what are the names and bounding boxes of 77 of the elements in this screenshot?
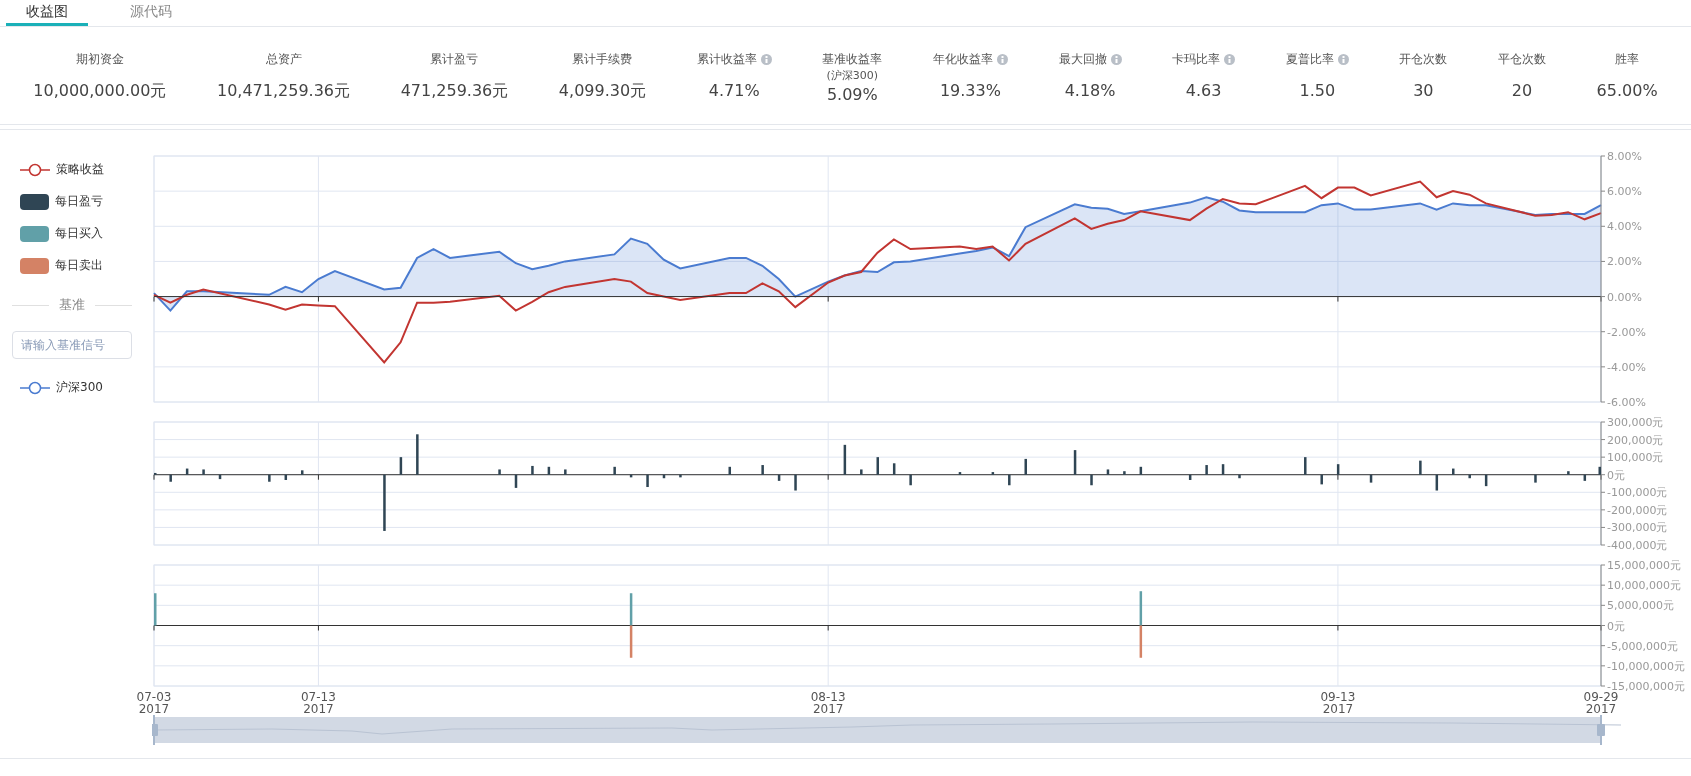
axis-label: -6.00% bbox=[1607, 396, 1646, 409]
stat-label: 最大回撤 bbox=[1058, 50, 1107, 68]
stat-value: 20 bbox=[1511, 81, 1533, 100]
benchmark-input[interactable]: 请输入基准信号 bbox=[12, 331, 132, 359]
axis-label: -4.00% bbox=[1607, 360, 1646, 374]
axis-label: 07-13 2017 bbox=[301, 690, 336, 715]
axis-label: 200,000元 bbox=[1607, 433, 1664, 447]
axis-label: 09-13 2017 bbox=[1320, 690, 1356, 715]
axis-label: 5,000,000元 bbox=[1607, 599, 1674, 613]
axis-label: 10,000,000元 bbox=[1607, 579, 1681, 593]
axis-label: 08-13 2017 bbox=[810, 690, 846, 715]
stat-label: 累计手续费 bbox=[572, 50, 633, 68]
axis-label: 300,000元 bbox=[1607, 416, 1664, 429]
info-icon[interactable] bbox=[1224, 53, 1236, 65]
axis-label: 100,000元 bbox=[1607, 451, 1664, 465]
stat-label: 卡玛比率 bbox=[1172, 50, 1221, 68]
info-icon[interactable] bbox=[1337, 53, 1349, 65]
axis-label: -400,000元 bbox=[1607, 539, 1668, 552]
stat-label: 累计收益率 bbox=[696, 50, 757, 68]
zoom-slider-track[interactable] bbox=[154, 717, 1601, 743]
legend-label: 每日买入 bbox=[55, 225, 103, 242]
slider-handle[interactable] bbox=[152, 715, 158, 745]
axis-label: 0元 bbox=[1607, 468, 1625, 482]
stat-value: 471,259.36元 bbox=[400, 81, 509, 102]
stat-label: 夏普比率 bbox=[1285, 50, 1334, 68]
axis-label: 0元 bbox=[1607, 619, 1625, 633]
stat-value: 30 bbox=[1413, 81, 1434, 100]
legend-item[interactable]: 每日卖出 bbox=[20, 256, 120, 275]
stat-value: 4,099.30元 bbox=[558, 81, 647, 102]
info-icon[interactable] bbox=[996, 53, 1008, 65]
stat-value: 4.71% bbox=[708, 81, 760, 100]
info-icon[interactable] bbox=[760, 53, 772, 65]
slider-handle[interactable] bbox=[1597, 715, 1605, 745]
axis-label: 6.00% bbox=[1607, 185, 1642, 199]
axis-label: -5,000,000元 bbox=[1607, 639, 1678, 653]
stat-label: 年化收益率 bbox=[932, 50, 993, 68]
stat-value: 1.50 bbox=[1299, 81, 1336, 100]
legend-label: 每日盈亏 bbox=[55, 193, 103, 210]
axis-label: -200,000元 bbox=[1607, 503, 1668, 517]
axis-label: 4.00% bbox=[1607, 220, 1642, 234]
stat-label: 平仓次数 bbox=[1498, 50, 1546, 68]
axis-label: 8.00% bbox=[1607, 150, 1642, 163]
legend-label: 每日卖出 bbox=[55, 257, 103, 274]
legend-item[interactable]: 每日买入 bbox=[20, 224, 120, 243]
legend-item[interactable]: 策略收益 bbox=[20, 160, 120, 179]
stat-value: 5.09% bbox=[826, 85, 878, 104]
stat-label: 累计盈亏 bbox=[430, 50, 479, 68]
stat-label: 胜率 bbox=[1615, 50, 1640, 68]
stat-value: 19.33% bbox=[939, 81, 1001, 100]
legend-item[interactable]: 每日盈亏 bbox=[20, 192, 120, 211]
axis-label: -300,000元 bbox=[1607, 521, 1668, 535]
stat-label: 总资产 bbox=[265, 50, 302, 68]
axis-label: -10,000,000元 bbox=[1607, 659, 1685, 673]
stat-value: 10,471,259.36元 bbox=[216, 81, 351, 102]
stat-value: 65.00% bbox=[1596, 81, 1658, 100]
stat-label: 开仓次数 bbox=[1399, 50, 1448, 68]
stat-value: 4.63 bbox=[1185, 81, 1222, 100]
axis-label: -100,000元 bbox=[1607, 486, 1668, 500]
axis-label: 2.00% bbox=[1607, 255, 1642, 269]
stat-label: 基准收益率 bbox=[822, 50, 883, 68]
stat-value: 4.18% bbox=[1064, 81, 1116, 100]
legend-item[interactable]: 沪深300 bbox=[20, 378, 120, 397]
axis-label: 09-29 2017 bbox=[1583, 690, 1619, 715]
axis-label: 0.00% bbox=[1607, 290, 1642, 304]
axis-label: -15,000,000元 bbox=[1607, 680, 1685, 693]
axis-label: 07-03 2017 bbox=[136, 690, 172, 715]
stat-value: 10,000,000.00元 bbox=[33, 81, 167, 102]
section-label: 基准 bbox=[59, 296, 85, 314]
tab[interactable]: 收益图 bbox=[6, 0, 88, 26]
info-icon[interactable] bbox=[1110, 53, 1122, 65]
tab[interactable]: 源代码 bbox=[110, 0, 192, 26]
legend-label: 沪深300 bbox=[56, 379, 103, 396]
legend-label: 策略收益 bbox=[56, 161, 104, 178]
axis-label: -2.00% bbox=[1607, 325, 1646, 339]
stat-sublabel: (沪深300) bbox=[826, 69, 879, 83]
stat-label: 期初资金 bbox=[75, 50, 124, 68]
axis-label: 15,000,000元 bbox=[1607, 559, 1681, 572]
